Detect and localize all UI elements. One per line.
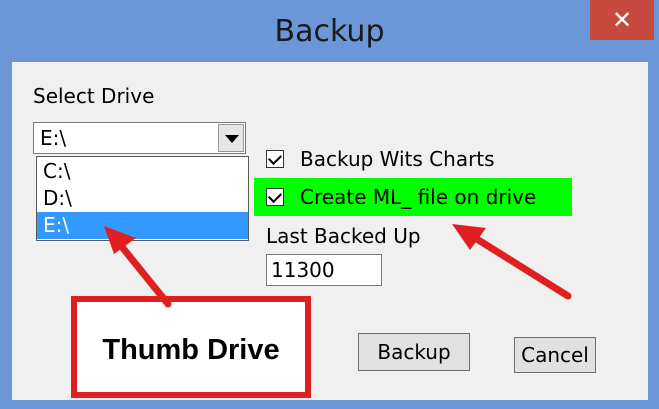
backup-dialog: Backup ✕ Select Drive E:\ C:\ D:\ E:\ Ba… bbox=[0, 0, 659, 409]
select-drive-label: Select Drive bbox=[33, 84, 155, 108]
cancel-button[interactable]: Cancel bbox=[514, 337, 596, 373]
drive-combobox[interactable]: E:\ bbox=[33, 122, 246, 154]
drive-dropdown-list: C:\ D:\ E:\ bbox=[36, 156, 249, 241]
create-ml-file-checkbox[interactable] bbox=[266, 188, 284, 206]
backup-wits-charts-label: Backup Wits Charts bbox=[300, 147, 495, 171]
dialog-title: Backup bbox=[274, 14, 385, 49]
close-button[interactable]: ✕ bbox=[590, 0, 654, 40]
chevron-down-icon[interactable] bbox=[218, 124, 244, 152]
last-backed-up-field[interactable]: 11300 bbox=[266, 254, 382, 286]
backup-button[interactable]: Backup bbox=[358, 333, 470, 371]
drive-option-d[interactable]: D:\ bbox=[37, 185, 248, 212]
drive-option-e[interactable]: E:\ bbox=[37, 212, 248, 239]
create-ml-file-label: Create ML_ file on drive bbox=[300, 185, 537, 209]
backup-wits-charts-checkbox[interactable] bbox=[266, 150, 284, 168]
close-icon: ✕ bbox=[611, 6, 633, 34]
title-bar[interactable]: Backup ✕ bbox=[0, 0, 659, 62]
callout-label: Thumb Drive bbox=[102, 334, 280, 366]
drive-combobox-value: E:\ bbox=[40, 126, 67, 150]
last-backed-up-label: Last Backed Up bbox=[266, 224, 421, 248]
thumb-drive-callout: Thumb Drive bbox=[71, 296, 311, 398]
drive-option-c[interactable]: C:\ bbox=[37, 158, 248, 185]
